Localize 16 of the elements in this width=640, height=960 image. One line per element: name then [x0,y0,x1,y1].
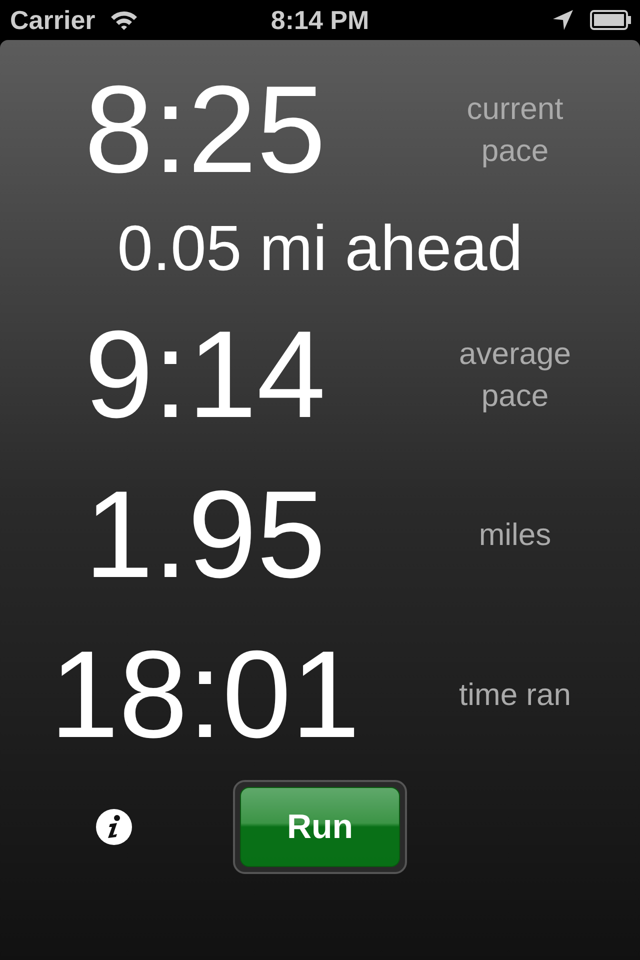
stat-value: 1.95 [84,473,326,597]
carrier-name: Carrier [10,4,96,36]
info-icon[interactable] [95,808,133,846]
stat-value: 18:01 [50,633,360,757]
clock-time: 8:14 PM [270,4,370,36]
location-arrow-icon [552,9,574,31]
stat-label: current pace [466,90,564,170]
stat-label: average pace [458,335,572,415]
battery-icon [590,10,632,30]
stat-value: 8:25 [84,68,326,192]
run-button[interactable]: Run [240,787,400,867]
distance-ahead-text: 0.05 mi ahead [117,210,523,284]
wifi-icon [109,9,140,31]
stat-label: time ran [458,676,572,714]
stat-value: 9:14 [84,313,326,437]
stat-label: miles [478,516,552,554]
